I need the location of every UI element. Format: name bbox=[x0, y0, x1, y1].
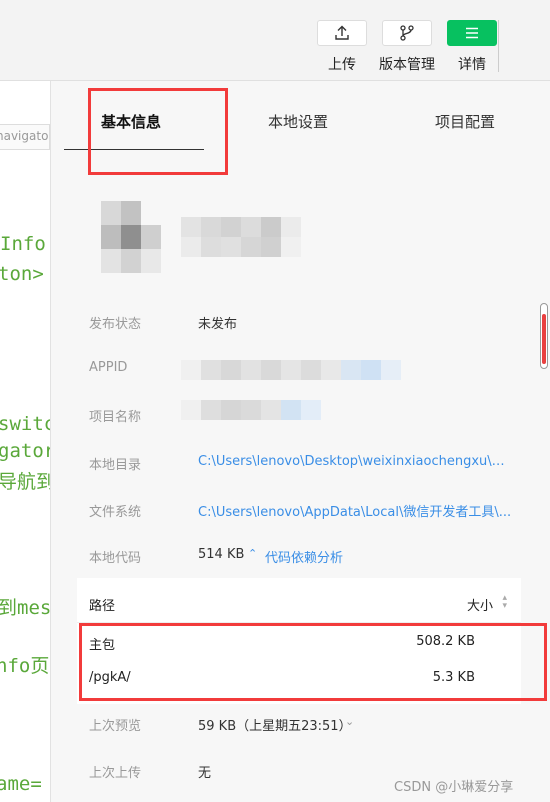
details-label[interactable]: 详情 bbox=[432, 54, 512, 74]
branch-icon bbox=[400, 25, 414, 41]
toolbar: 上传 版本管理 详情 bbox=[0, 0, 550, 81]
details-button[interactable] bbox=[447, 20, 497, 46]
toolbar-divider bbox=[498, 20, 499, 72]
file-system-label: 文件系统 bbox=[89, 505, 142, 520]
chevron-up-icon[interactable]: ⌃ bbox=[248, 547, 257, 560]
appid-label: APPID bbox=[89, 360, 128, 375]
last-preview-value: 59 KB（上星期五23:51） bbox=[198, 719, 352, 734]
details-panel: 基本信息 本地设置 项目配置 发布状态 未发布 APPID 项目名称 本地目录 … bbox=[50, 81, 550, 802]
upload-button[interactable] bbox=[317, 20, 367, 46]
app-avatar bbox=[101, 201, 161, 273]
tab-local-settings[interactable]: 本地设置 bbox=[268, 111, 328, 132]
highlight-box-size bbox=[79, 623, 547, 701]
project-name-label: 项目名称 bbox=[89, 410, 142, 425]
watermark: CSDN @小琳爱分享 bbox=[394, 780, 514, 795]
code-line: 到mes bbox=[0, 597, 50, 619]
last-upload-label: 上次上传 bbox=[89, 766, 142, 781]
local-dir-link[interactable]: C:\Users\lenovo\Desktop\weixinxiaochengx… bbox=[198, 454, 513, 469]
publish-status-label: 发布状态 bbox=[89, 317, 142, 332]
code-line: ame= bbox=[0, 773, 42, 795]
local-code-size: 514 KB bbox=[198, 547, 245, 562]
publish-status-value: 未发布 bbox=[198, 317, 238, 332]
code-line: ton> bbox=[0, 263, 44, 285]
tab-project-config[interactable]: 项目配置 bbox=[435, 111, 495, 132]
last-upload-value: 无 bbox=[198, 766, 212, 781]
version-button[interactable] bbox=[382, 20, 432, 46]
scrollbar[interactable] bbox=[540, 303, 548, 369]
app-name-blurred bbox=[181, 217, 301, 257]
upload-icon bbox=[335, 25, 349, 40]
size-table-header: 路径 大小 ▴ ▾ bbox=[77, 578, 521, 623]
sort-icon[interactable]: ▴ ▾ bbox=[502, 594, 507, 611]
local-dir-label: 本地目录 bbox=[89, 458, 142, 473]
size-column-header[interactable]: 大小 bbox=[467, 595, 493, 614]
file-system-link[interactable]: C:\Users\lenovo\AppData\Local\微信开发者工具\..… bbox=[198, 501, 513, 520]
last-preview-label: 上次预览 bbox=[89, 719, 142, 734]
appid-value-blurred bbox=[181, 360, 401, 380]
code-line: Info bbox=[0, 233, 46, 255]
code-line: switc bbox=[0, 413, 50, 435]
project-name-blurred bbox=[181, 400, 321, 420]
code-line: gator bbox=[0, 440, 50, 462]
dependency-analysis-link[interactable]: 代码依赖分析 bbox=[265, 547, 343, 566]
chevron-down-icon[interactable]: ⌄ bbox=[345, 715, 354, 728]
menu-icon bbox=[466, 27, 478, 39]
local-code-label: 本地代码 bbox=[89, 551, 142, 566]
code-editor[interactable]: navigato Info ton> switc gator 导航到 到mes … bbox=[0, 81, 50, 802]
code-line: 导航到 bbox=[0, 471, 50, 493]
highlight-box-tab bbox=[88, 88, 228, 175]
code-line: nfo页 bbox=[0, 655, 50, 677]
editor-tab[interactable]: navigato bbox=[0, 124, 50, 150]
scrollbar-thumb[interactable] bbox=[542, 314, 546, 364]
path-column-header: 路径 bbox=[89, 599, 116, 614]
